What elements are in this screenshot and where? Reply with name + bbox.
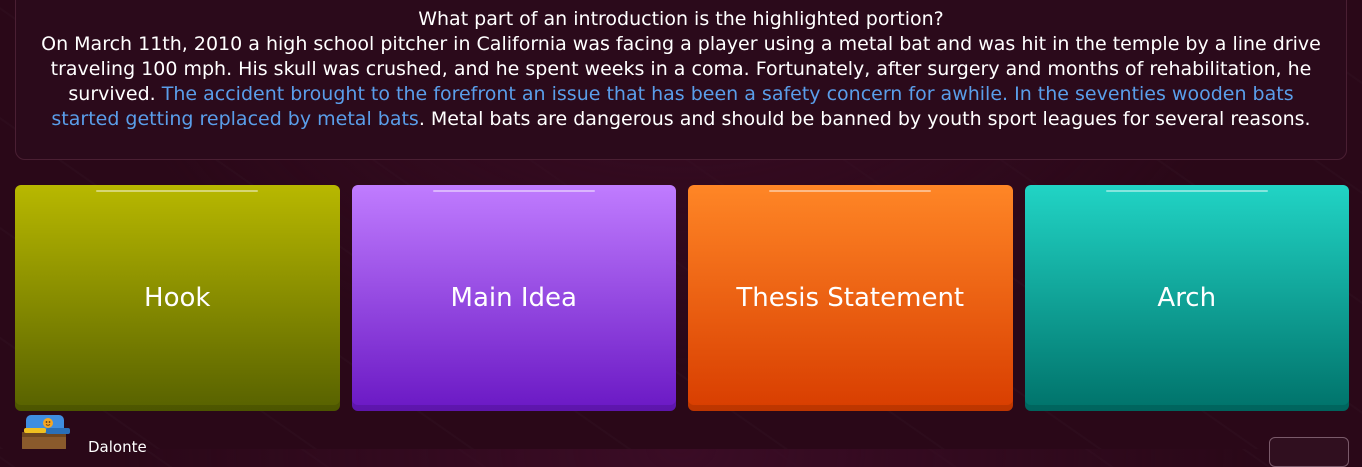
answer-option-thesis-statement[interactable]: Thesis Statement — [688, 185, 1013, 411]
player-bar: Dalonte — [0, 412, 1362, 467]
question-prompt: What part of an introduction is the high… — [418, 8, 944, 30]
question-panel: What part of an introduction is the high… — [15, 0, 1347, 160]
answer-option-label: Arch — [1157, 283, 1217, 313]
answer-option-arch[interactable]: Arch — [1024, 185, 1349, 411]
passage-text: On March 11th, 2010 a high school pitche… — [41, 33, 1321, 130]
answer-option-label: Thesis Statement — [736, 283, 965, 313]
player-name: Dalonte — [88, 438, 147, 456]
player-avatar-icon — [18, 412, 72, 452]
answer-option-label: Hook — [144, 283, 211, 313]
answer-option-label: Main Idea — [450, 283, 577, 313]
answer-options: Hook Main Idea Thesis Statement Arch — [15, 185, 1349, 411]
answer-option-hook[interactable]: Hook — [15, 185, 340, 411]
passage-after: . Metal bats are dangerous and should be… — [418, 108, 1311, 130]
corner-button[interactable] — [1269, 437, 1349, 467]
answer-option-main-idea[interactable]: Main Idea — [351, 185, 676, 411]
